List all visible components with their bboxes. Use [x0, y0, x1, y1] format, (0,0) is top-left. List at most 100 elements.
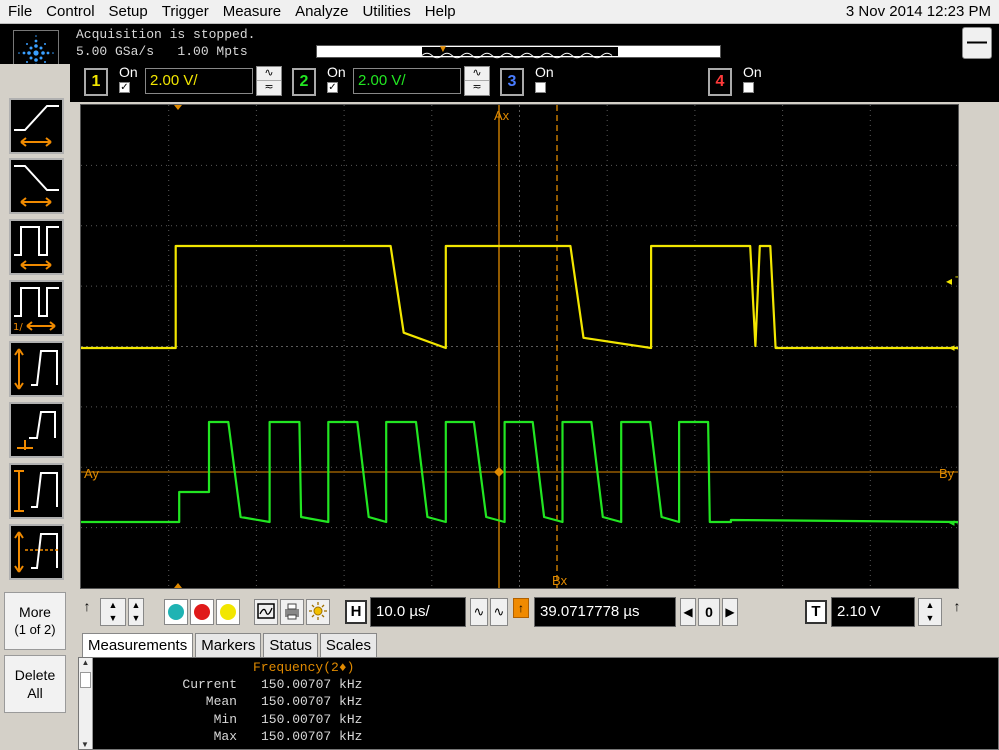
measurement-color-button-teal[interactable] [164, 599, 188, 625]
waveform-display[interactable]: Ax Bx Ay By ◂ ◂ T ◂⏚ ◂⏚ [80, 104, 959, 589]
cursor-intersection-marker [494, 467, 504, 477]
up-icon: ▲ [131, 600, 141, 610]
measurements-scrollbar[interactable]: ▲ ▼ [79, 658, 93, 749]
timebase-fine-button[interactable]: ∿ [470, 598, 488, 626]
tab-scales[interactable]: Scales [319, 633, 377, 657]
measurement-value: 150.00707 kHz [261, 677, 363, 692]
display-brightness-button[interactable] [306, 599, 330, 625]
menu-bar: File Control Setup Trigger Measure Analy… [0, 0, 999, 24]
measurement-color-button-red[interactable] [190, 599, 214, 625]
rising-edge-trigger-button[interactable] [9, 98, 64, 154]
trigger-menu-button[interactable]: T [805, 600, 827, 624]
delete-all-label: All [27, 685, 43, 701]
tab-markers[interactable]: Markers [195, 633, 262, 657]
delay-zero-button[interactable]: 0 [698, 598, 720, 626]
threshold-icon [14, 531, 59, 573]
channel-3-button[interactable]: 3 [500, 68, 524, 96]
ac-coupling-icon: ∿ [257, 67, 281, 81]
sun-icon [309, 602, 327, 620]
vertical-offset-stepper[interactable]: ▲ ▼ [128, 598, 144, 626]
channel-2-scale-field[interactable]: 2.00 V/ [353, 68, 461, 94]
channel-1-scale-field[interactable]: 2.00 V/ [145, 68, 253, 94]
down-icon: ▼ [131, 613, 141, 623]
measurement-row: Min 150.00707 kHz [97, 712, 437, 727]
channel-1-on-label: On [119, 64, 138, 80]
rising-edge-icon [14, 105, 59, 147]
printer-icon [285, 603, 299, 620]
scroll-up-arrow-icon[interactable]: ↑ [78, 598, 96, 626]
channel-1-button[interactable]: 1 [84, 68, 108, 96]
scroll-up-arrow-icon[interactable]: ↑ [948, 598, 966, 626]
threshold-trigger-button[interactable] [9, 524, 64, 580]
falling-edge-trigger-button[interactable] [9, 158, 64, 214]
menu-utilities[interactable]: Utilities [354, 0, 416, 24]
up-icon: ▲ [108, 600, 118, 610]
down-icon: ▼ [108, 613, 118, 623]
measurement-label: Mean [205, 694, 237, 709]
delete-label: Delete [14, 667, 56, 683]
channel-1-ground-marker: ◂⏚ [949, 341, 958, 354]
timebase-coarse-button[interactable]: ∿ [490, 598, 508, 626]
delay-right-button[interactable]: ▶ [722, 598, 738, 626]
menu-control[interactable]: Control [38, 0, 100, 24]
trigger-point-top-marker [174, 105, 182, 110]
graticule[interactable]: Ax Bx Ay By ◂ ◂ T ◂⏚ ◂⏚ [81, 105, 958, 588]
more-button[interactable]: More (1 of 2) [4, 592, 66, 650]
amplitude-trigger-button[interactable] [9, 463, 64, 519]
cursor-ay-label: Ay [84, 466, 99, 481]
delay-reference-icon[interactable]: ↑ [513, 598, 529, 618]
vertical-position-stepper[interactable]: ▲ ▼ [100, 598, 126, 626]
measurements-panel: Frequency(2♦) Current 150.00707 kHz Mean 1… [78, 657, 999, 750]
autoscale-icon [257, 603, 275, 619]
up-icon: ▲ [925, 600, 935, 610]
menu-analyze[interactable]: Analyze [287, 0, 354, 24]
channel-4-checkbox[interactable] [743, 82, 754, 93]
trigger-level-label: ◂ T [946, 274, 958, 288]
svg-text:1/: 1/ [13, 322, 23, 333]
menu-file[interactable]: File [0, 0, 38, 24]
channel-1-coupling-button[interactable]: ∿ ≂ [256, 66, 282, 96]
tab-status[interactable]: Status [263, 633, 318, 657]
autoscale-button[interactable] [254, 599, 278, 625]
print-button[interactable] [280, 599, 304, 625]
red-dot-icon [194, 604, 210, 620]
dc-coupling-icon: ≂ [472, 81, 482, 93]
menu-measure[interactable]: Measure [215, 0, 287, 24]
runt-trigger-button[interactable] [9, 402, 64, 458]
pulse-width-trigger-button[interactable] [9, 219, 64, 275]
delete-all-button[interactable]: Delete All [4, 655, 66, 713]
acquisition-timeline[interactable]: ▼ [316, 44, 721, 59]
channel-4-button[interactable]: 4 [708, 68, 732, 96]
channel-2-ground-marker: ◂⏚ [949, 516, 958, 529]
trigger-level-stepper[interactable]: ▲ ▼ [918, 598, 942, 626]
measurement-value: 150.00707 kHz [261, 712, 363, 727]
tab-measurements[interactable]: Measurements [82, 633, 194, 657]
channel-4-on-label: On [743, 64, 762, 80]
measurement-row: Max 150.00707 kHz [97, 729, 437, 744]
amplitude-icon [14, 470, 58, 512]
measurement-label: Max [213, 729, 237, 744]
minimize-button[interactable]: — [962, 27, 992, 59]
teal-dot-icon [168, 604, 184, 620]
menu-trigger[interactable]: Trigger [154, 0, 215, 24]
measurement-value: 150.00707 kHz [261, 694, 363, 709]
menu-help[interactable]: Help [417, 0, 462, 24]
delay-left-button[interactable]: ◀ [680, 598, 696, 626]
channel-2-coupling-button[interactable]: ∿ ≂ [464, 66, 490, 96]
channel-2-button[interactable]: 2 [292, 68, 316, 96]
horizontal-delay-field[interactable]: 39.0717778 µs [534, 597, 676, 627]
rise-time-trigger-button[interactable] [9, 341, 64, 397]
channel-1-checkbox[interactable]: ✓ [119, 82, 130, 93]
timebase-field[interactable]: 10.0 µs/ [370, 597, 466, 627]
horizontal-menu-button[interactable]: H [345, 600, 367, 624]
cursor-by-label: By [939, 466, 955, 481]
menu-setup[interactable]: Setup [101, 0, 154, 24]
trigger-position-icon: ▼ [438, 44, 448, 55]
scrollbar-thumb[interactable] [80, 672, 91, 688]
channel-2-checkbox[interactable]: ✓ [327, 82, 338, 93]
channel-3-checkbox[interactable] [535, 82, 546, 93]
pulse-period-trigger-button[interactable]: 1/ [9, 280, 64, 336]
ac-coupling-icon: ∿ [465, 67, 489, 81]
measurement-color-button-yellow[interactable] [216, 599, 240, 625]
trigger-level-field[interactable]: 2.10 V [831, 597, 915, 627]
